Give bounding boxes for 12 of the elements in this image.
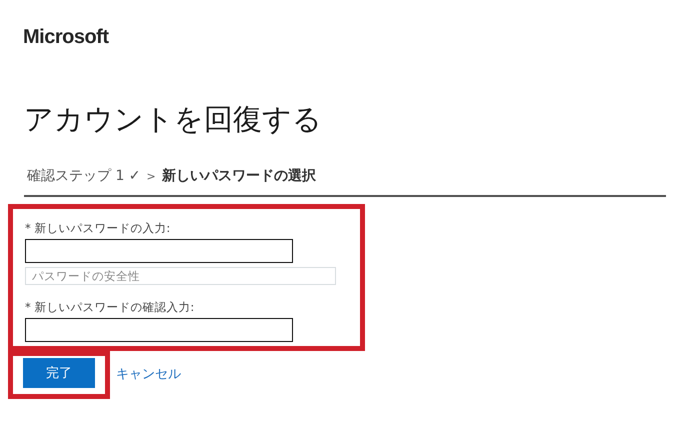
password-field[interactable] bbox=[25, 318, 293, 342]
microsoft-logo: Microsoft bbox=[23, 26, 110, 49]
page-heading: アカウントを回復する bbox=[24, 101, 323, 138]
field-label: * 新しいパスワードの確認入力: bbox=[25, 300, 196, 315]
done-button[interactable]: 完了 bbox=[23, 358, 95, 388]
breadcrumb-step: 確認ステップ 1 ✓ bbox=[27, 167, 141, 185]
password-field[interactable] bbox=[25, 239, 293, 263]
field-label: * 新しいパスワードの入力: bbox=[25, 221, 172, 236]
breadcrumb-step: 新しいパスワードの選択 bbox=[162, 167, 316, 185]
cancel-link[interactable]: キャンセル bbox=[116, 365, 181, 383]
password-strength-meter: パスワードの安全性 bbox=[25, 267, 336, 285]
breadcrumb-separator: > bbox=[146, 170, 156, 182]
